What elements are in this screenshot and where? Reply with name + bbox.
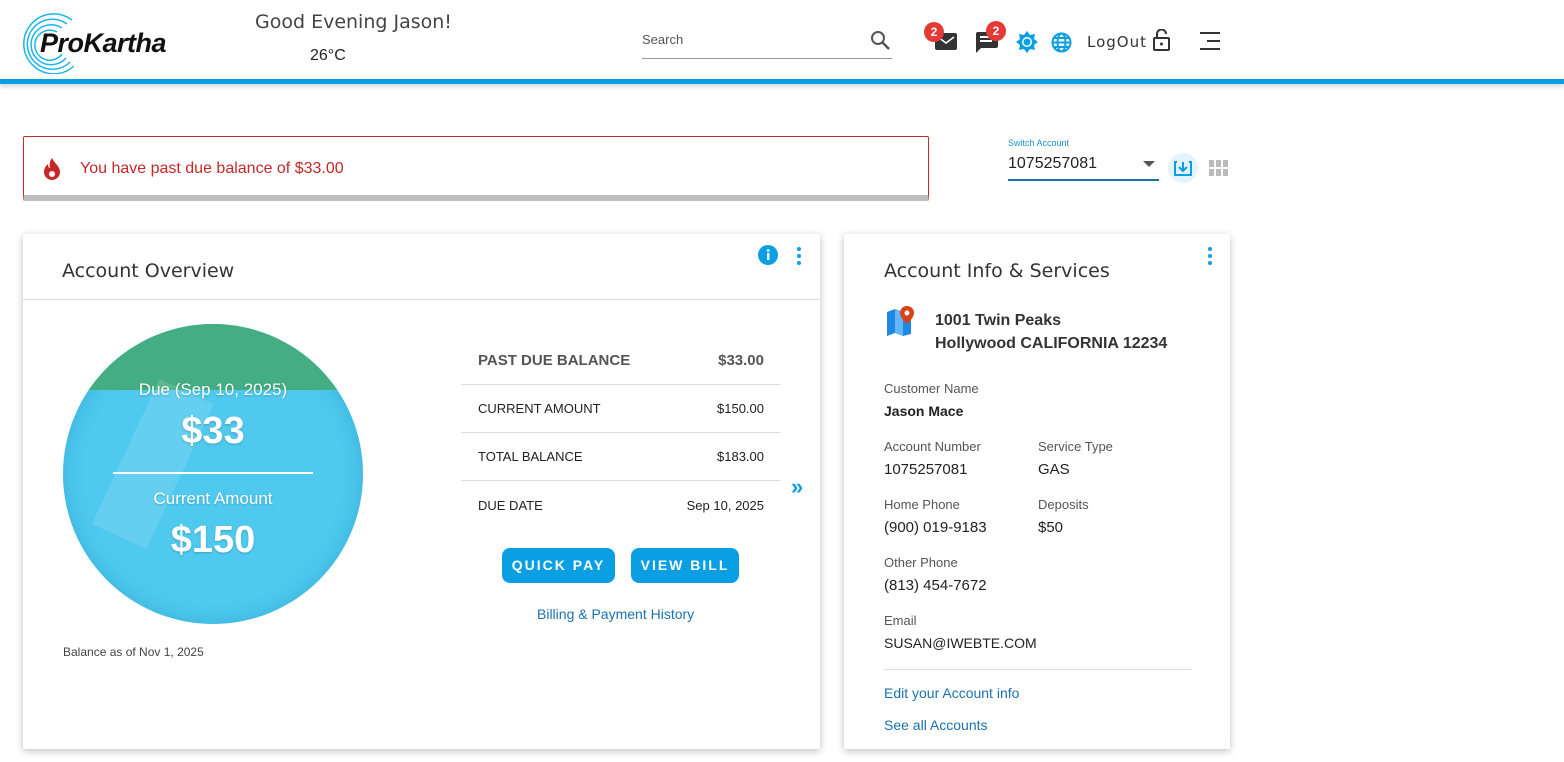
see-all-accounts-link[interactable]: See all Accounts — [884, 717, 988, 733]
prokartha-logo[interactable]: ProKartha — [12, 12, 182, 74]
grid-view-icon[interactable] — [1209, 160, 1228, 177]
gauge-divider — [113, 472, 313, 474]
chat-button[interactable]: 2 — [976, 32, 998, 58]
globe-icon[interactable] — [1051, 32, 1072, 53]
chat-badge: 2 — [986, 21, 1006, 41]
chevron-double-right-icon[interactable]: » — [791, 474, 803, 500]
more-options-icon[interactable] — [1208, 247, 1212, 268]
email: SUSAN@IWEBTE.COM — [884, 635, 1037, 651]
home-phone: (900) 019-9183 — [884, 519, 987, 536]
switch-account-select[interactable]: Switch Account 1075257081 — [1008, 138, 1159, 181]
fire-icon — [43, 158, 61, 180]
logout-button[interactable]: LogOut — [1087, 33, 1147, 51]
summary-row: CURRENT AMOUNT$150.00 — [461, 385, 780, 433]
divider — [884, 669, 1191, 670]
chevron-down-icon — [1143, 161, 1155, 167]
summary-row: PAST DUE BALANCE$33.00 — [461, 337, 780, 385]
top-header: ProKartha Good Evening Jason! 26°C Searc… — [0, 0, 1564, 84]
edit-account-link[interactable]: Edit your Account info — [884, 685, 1019, 701]
past-due-alert: You have past due balance of $33.00 — [23, 136, 929, 201]
service-type: GAS — [1038, 461, 1070, 478]
other-phone: (813) 454-7672 — [884, 577, 987, 594]
account-info-card: Account Info & Services 1001 Twin PeaksH… — [844, 234, 1230, 749]
quick-pay-button[interactable]: QUICK PAY — [502, 548, 615, 583]
info-icon[interactable] — [758, 245, 778, 265]
divider — [23, 299, 820, 300]
mail-badge: 2 — [924, 22, 944, 42]
view-bill-button[interactable]: VIEW BILL — [631, 548, 739, 583]
greeting: Good Evening Jason! — [255, 11, 452, 33]
account-number: 1075257081 — [884, 461, 967, 478]
deposits: $50 — [1038, 519, 1063, 536]
search-icon[interactable] — [870, 30, 890, 50]
mail-button[interactable]: 2 — [935, 33, 957, 55]
brightness-settings-icon[interactable] — [1016, 31, 1038, 53]
card-title: Account Overview — [62, 260, 234, 282]
billing-history-link[interactable]: Billing & Payment History — [537, 606, 694, 622]
service-address: 1001 Twin PeaksHollywood CALIFORNIA 1223… — [935, 309, 1167, 355]
download-icon[interactable] — [1168, 153, 1198, 183]
menu-icon[interactable] — [1200, 32, 1222, 52]
more-options-icon[interactable] — [797, 247, 801, 268]
temperature: 26°C — [310, 47, 346, 65]
card-title: Account Info & Services — [884, 260, 1110, 282]
balance-as-of: Balance as of Nov 1, 2025 — [63, 645, 204, 659]
alert-message: You have past due balance of $33.00 — [80, 160, 344, 178]
customer-name: Jason Mace — [884, 403, 963, 419]
summary-row: DUE DATESep 10, 2025 — [461, 481, 780, 529]
lock-open-icon[interactable] — [1153, 29, 1170, 51]
search-input[interactable]: Search — [642, 26, 892, 59]
map-location-icon — [887, 306, 915, 336]
balance-gauge: Due (Sep 10, 2025) $33 Current Amount $1… — [63, 324, 363, 624]
summary-row: TOTAL BALANCE$183.00 — [461, 433, 780, 481]
